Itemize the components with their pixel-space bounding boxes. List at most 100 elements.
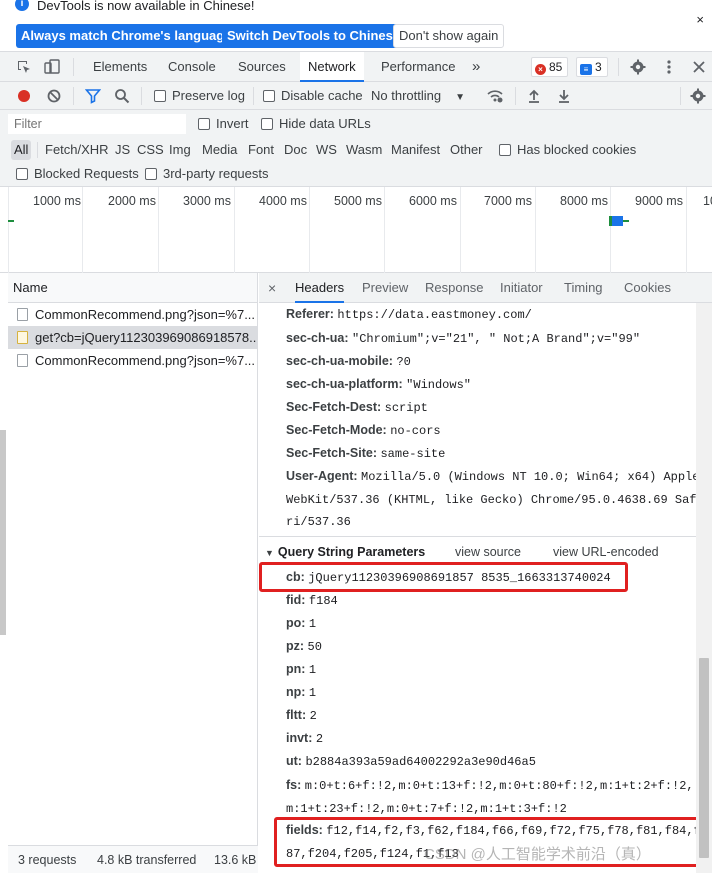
- request-count: 3 requests: [18, 853, 77, 867]
- close-detail-icon[interactable]: ×: [268, 273, 276, 303]
- messages-badge[interactable]: ≡ 3: [576, 57, 608, 77]
- tab-response[interactable]: Response: [425, 273, 484, 303]
- header-row: sec-ch-ua: "Chromium";v="21", " Not;A Br…: [286, 327, 640, 351]
- type-filter-ws[interactable]: WS: [313, 140, 340, 160]
- type-filter-manifest[interactable]: Manifest: [388, 140, 443, 160]
- close-devtools-icon[interactable]: [691, 59, 707, 75]
- checkbox-box[interactable]: [499, 144, 511, 156]
- request-row-selected[interactable]: get?cb=jQuery112303969086918578...: [8, 326, 257, 349]
- header-row: Sec-Fetch-Mode: no-cors: [286, 419, 441, 443]
- timeline-tick-label: 1000 ms: [33, 194, 81, 208]
- throttling-select[interactable]: No throttling ▼: [371, 82, 465, 112]
- record-icon[interactable]: [16, 88, 32, 104]
- invert-checkbox[interactable]: Invert: [198, 110, 249, 138]
- export-har-download-icon[interactable]: [556, 88, 572, 104]
- header-value: no-cors: [390, 424, 441, 438]
- blocked-requests-checkbox[interactable]: Blocked Requests: [16, 162, 139, 186]
- timeline-gridline: [309, 187, 310, 273]
- param-key: fltt:: [286, 708, 307, 722]
- preserve-log-checkbox[interactable]: Preserve log: [154, 82, 245, 110]
- hide-data-urls-checkbox[interactable]: Hide data URLs: [261, 110, 371, 138]
- tab-cookies[interactable]: Cookies: [624, 273, 671, 303]
- has-blocked-cookies-checkbox[interactable]: Has blocked cookies: [499, 138, 636, 162]
- timeline-gridline: [384, 187, 385, 273]
- param-key: pz:: [286, 639, 305, 653]
- header-row: Sec-Fetch-Site: same-site: [286, 442, 445, 466]
- checkbox-box[interactable]: [261, 118, 273, 130]
- type-filter-doc[interactable]: Doc: [281, 140, 310, 160]
- requests-status-bar: 3 requests 4.8 kB transferred 13.6 kB: [8, 845, 258, 873]
- checkbox-box[interactable]: [16, 168, 28, 180]
- settings-gear-icon[interactable]: [630, 59, 646, 75]
- infobar-close-icon[interactable]: ×: [696, 12, 704, 27]
- checkbox-box[interactable]: [263, 90, 275, 102]
- param-value: 2: [309, 709, 317, 723]
- tab-elements[interactable]: Elements: [93, 52, 147, 82]
- view-source-link[interactable]: view source: [455, 541, 521, 563]
- header-value: same-site: [380, 447, 446, 461]
- tab-initiator[interactable]: Initiator: [500, 273, 543, 303]
- watermark: CSDN @人工智能学术前沿（真）: [424, 846, 651, 863]
- type-filter-css[interactable]: CSS: [134, 140, 167, 160]
- param-row: pz: 50: [286, 635, 322, 659]
- image-file-icon: [17, 354, 28, 367]
- tab-headers[interactable]: Headers: [295, 273, 345, 303]
- param-key: fs:: [286, 778, 302, 792]
- always-match-language-button[interactable]: Always match Chrome's language: [16, 24, 237, 48]
- checkbox-box[interactable]: [198, 118, 210, 130]
- header-value: ri/537.36: [286, 515, 351, 529]
- switch-to-chinese-button[interactable]: Switch DevTools to Chinese: [222, 24, 406, 48]
- inspect-element-icon[interactable]: [16, 59, 32, 75]
- tab-network[interactable]: Network: [300, 52, 364, 82]
- tab-performance[interactable]: Performance: [381, 52, 455, 82]
- type-filter-media[interactable]: Media: [199, 140, 240, 160]
- header-value: ?0: [396, 355, 411, 369]
- tab-sources[interactable]: Sources: [238, 52, 286, 82]
- tab-console[interactable]: Console: [168, 52, 216, 82]
- type-filter-font[interactable]: Font: [245, 140, 277, 160]
- network-conditions-wifi-icon[interactable]: [487, 88, 503, 104]
- dont-show-again-button[interactable]: Don't show again: [393, 24, 505, 48]
- import-har-upload-icon[interactable]: [526, 88, 542, 104]
- expand-triangle-icon: ▼: [265, 548, 274, 558]
- request-row[interactable]: CommonRecommend.png?json=%7...: [8, 349, 257, 372]
- errors-badge[interactable]: × 85: [531, 57, 569, 77]
- third-party-requests-checkbox[interactable]: 3rd-party requests: [145, 162, 269, 186]
- hide-data-urls-label: Hide data URLs: [279, 116, 371, 131]
- type-filter-fetch-xhr[interactable]: Fetch/XHR: [42, 140, 112, 160]
- name-column-header[interactable]: Name: [8, 273, 257, 303]
- network-settings-gear-icon[interactable]: [690, 88, 706, 104]
- scrollbar-thumb[interactable]: [699, 658, 709, 858]
- more-options-kebab-icon[interactable]: [661, 59, 677, 75]
- filter-input[interactable]: [8, 114, 186, 134]
- network-timeline-overview[interactable]: 1000 ms 2000 ms 3000 ms 4000 ms 5000 ms …: [0, 187, 712, 273]
- type-filter-other[interactable]: Other: [447, 140, 486, 160]
- type-filter-wasm[interactable]: Wasm: [343, 140, 385, 160]
- device-toolbar-icon[interactable]: [44, 59, 60, 75]
- outer-scrollbar[interactable]: [0, 430, 6, 635]
- param-key: po:: [286, 616, 306, 630]
- type-filter-all[interactable]: All: [11, 140, 32, 160]
- tab-timing[interactable]: Timing: [564, 273, 603, 303]
- type-filter-img[interactable]: Img: [166, 140, 194, 160]
- toolbar-divider: [141, 87, 142, 105]
- search-icon[interactable]: [114, 88, 130, 104]
- more-tabs-chevron-icon[interactable]: »: [472, 52, 480, 82]
- headers-detail-body: Referer: https://data.eastmoney.com/ sec…: [259, 303, 696, 873]
- header-row: User-Agent: Mozilla/5.0 (Windows NT 10.0…: [286, 465, 696, 489]
- header-value: "Windows": [406, 378, 471, 392]
- view-url-encoded-link[interactable]: view URL-encoded: [553, 541, 659, 563]
- timeline-tick-label: 6000 ms: [409, 194, 457, 208]
- checkbox-box[interactable]: [145, 168, 157, 180]
- request-row[interactable]: CommonRecommend.png?json=%7...: [8, 303, 257, 326]
- detail-scrollbar[interactable]: [696, 303, 712, 873]
- disable-cache-checkbox[interactable]: Disable cache: [263, 82, 363, 110]
- checkbox-box[interactable]: [154, 90, 166, 102]
- query-string-section-header[interactable]: ▼ Query String Parameters: [265, 541, 425, 564]
- clear-icon[interactable]: [46, 88, 62, 104]
- invert-label: Invert: [216, 116, 249, 131]
- type-filter-js[interactable]: JS: [112, 140, 133, 160]
- filter-funnel-icon[interactable]: [85, 88, 101, 104]
- tab-preview[interactable]: Preview: [362, 273, 408, 303]
- param-row: invt: 2: [286, 727, 323, 751]
